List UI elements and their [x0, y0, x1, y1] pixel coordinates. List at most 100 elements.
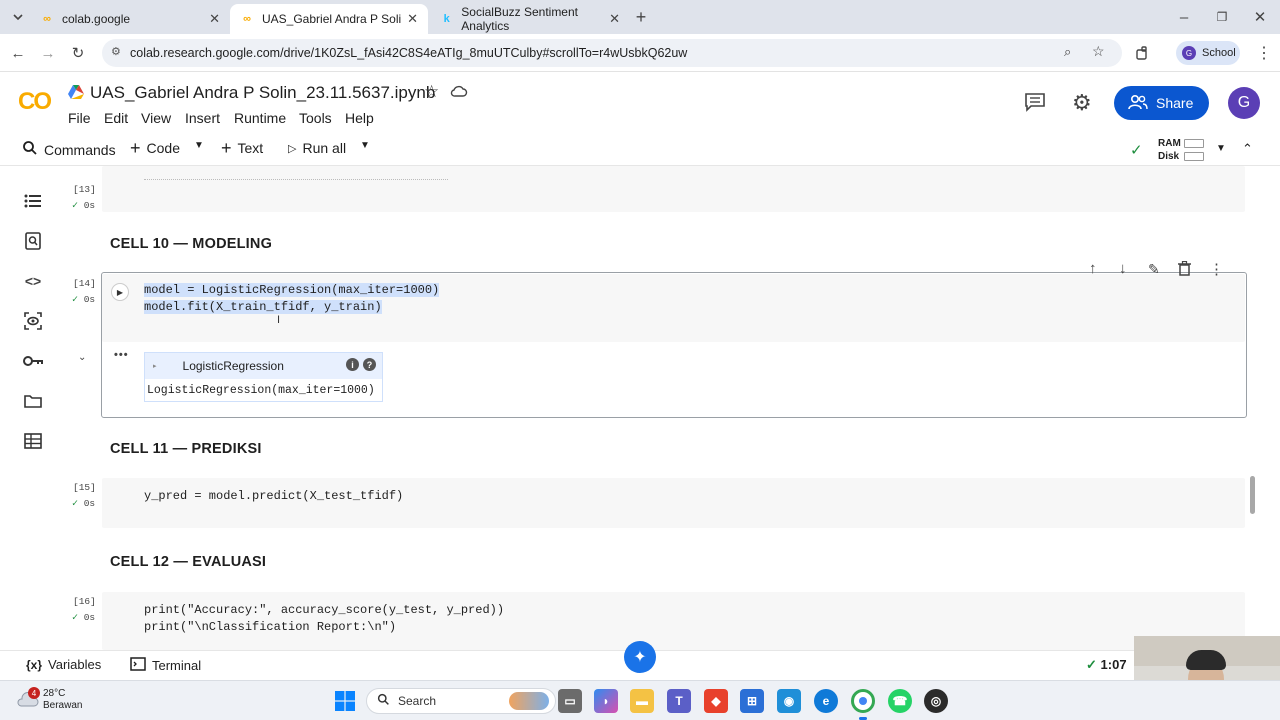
- find-replace-icon[interactable]: [22, 230, 44, 252]
- menu-view[interactable]: View: [141, 110, 171, 126]
- chrome-profile-icon[interactable]: ◎: [924, 689, 948, 713]
- add-code-button[interactable]: + Code: [130, 139, 180, 157]
- back-icon[interactable]: ←: [6, 41, 30, 65]
- colab-logo[interactable]: CO: [14, 84, 54, 120]
- menu-help[interactable]: Help: [345, 110, 374, 126]
- task-view-icon[interactable]: ▭: [558, 689, 582, 713]
- forward-icon[interactable]: →: [36, 41, 60, 65]
- runtime-dropdown-icon[interactable]: ▼: [1216, 143, 1226, 154]
- close-tab-icon[interactable]: ✕: [407, 11, 418, 27]
- site-info-icon[interactable]: ⚙: [111, 45, 121, 58]
- code-cell-16[interactable]: print("Accuracy:", accuracy_score(y_test…: [102, 592, 1245, 650]
- move-cell-up-icon[interactable]: ↑: [1089, 260, 1097, 277]
- file-explorer-icon[interactable]: ▬: [630, 689, 654, 713]
- terminal-button[interactable]: Terminal: [130, 657, 201, 674]
- variables-button[interactable]: {x} Variables: [26, 657, 101, 672]
- collapse-header-icon[interactable]: ⌃: [1242, 141, 1253, 157]
- star-icon[interactable]: ☆: [424, 82, 439, 102]
- url-field[interactable]: ⚙ colab.research.google.com/drive/1K0ZsL…: [102, 39, 1122, 67]
- code-cell-15[interactable]: y_pred = model.predict(X_test_tfidf): [102, 478, 1245, 528]
- code-line-2[interactable]: model.fit(X_train_tfidf, y_train): [144, 300, 382, 314]
- section-heading[interactable]: CELL 11 — PREDIKSI: [110, 441, 262, 457]
- account-avatar[interactable]: G: [1228, 87, 1260, 119]
- output-actions-icon[interactable]: •••: [114, 349, 129, 361]
- execution-time-status[interactable]: ✓ 1:07: [1086, 657, 1127, 673]
- braces-icon: {x}: [26, 657, 43, 672]
- microsoft-store-icon[interactable]: ⊞: [740, 689, 764, 713]
- reload-icon[interactable]: ↻: [66, 41, 90, 65]
- section-heading[interactable]: CELL 10 — MODELING: [110, 236, 272, 252]
- run-all-button[interactable]: ▷ Run all: [288, 140, 346, 156]
- close-tab-icon[interactable]: ✕: [209, 11, 220, 27]
- menu-file[interactable]: File: [68, 110, 91, 126]
- commands-button[interactable]: Commands: [22, 140, 116, 159]
- table-of-contents-icon[interactable]: [22, 190, 44, 212]
- run-cell-button[interactable]: ▶: [111, 283, 129, 301]
- cloud-status-icon[interactable]: [450, 84, 468, 103]
- edge-icon[interactable]: e: [814, 689, 838, 713]
- notebook-scrollbar-thumb[interactable]: [1250, 476, 1255, 514]
- edit-cell-icon[interactable]: ✎: [1148, 261, 1160, 278]
- browser-tab-colab-google[interactable]: ∞ colab.google ✕: [30, 4, 230, 34]
- gemini-sparkle-icon[interactable]: ✦: [624, 641, 656, 673]
- comments-icon[interactable]: [1024, 92, 1046, 117]
- menu-insert[interactable]: Insert: [185, 110, 220, 126]
- move-cell-down-icon[interactable]: ↓: [1119, 260, 1127, 277]
- webcam-person-hair: [1186, 650, 1226, 670]
- start-windows-icon[interactable]: [333, 689, 357, 713]
- menu-tools[interactable]: Tools: [299, 110, 332, 126]
- help-icon[interactable]: ?: [363, 358, 376, 371]
- share-button[interactable]: Share: [1114, 86, 1209, 120]
- code-cell-13[interactable]: [102, 166, 1245, 212]
- code-snippets-icon[interactable]: <>: [22, 270, 44, 292]
- add-code-dropdown-icon[interactable]: ▼: [194, 140, 204, 151]
- menu-edit[interactable]: Edit: [104, 110, 128, 126]
- close-window-icon[interactable]: ✕: [1248, 5, 1272, 29]
- info-icon[interactable]: i: [346, 358, 359, 371]
- weather-widget-icon[interactable]: 4: [16, 687, 40, 712]
- variables-inspector-icon[interactable]: [22, 310, 44, 332]
- section-heading[interactable]: CELL 12 — EVALUASI: [110, 554, 266, 570]
- estimator-header[interactable]: ▸ LogisticRegression i ?: [145, 353, 382, 379]
- code-line-1[interactable]: print("Accuracy:", accuracy_score(y_test…: [144, 603, 504, 617]
- notebook-area: [13] ✓ 0s CELL 10 — MODELING [14] ✓ 0s ▶…: [64, 166, 1264, 650]
- profile-chip[interactable]: G School: [1176, 41, 1240, 65]
- add-text-button[interactable]: + Text: [221, 139, 263, 157]
- more-options-icon[interactable]: ⋮: [1209, 260, 1224, 278]
- code-line-1[interactable]: model = LogisticRegression(max_iter=1000…: [144, 283, 440, 297]
- restore-icon[interactable]: ❐: [1210, 5, 1234, 29]
- menu-runtime[interactable]: Runtime: [234, 110, 286, 126]
- code-line-2[interactable]: print("\nClassification Report:\n"): [144, 620, 396, 634]
- taskbar-search-box[interactable]: Search: [366, 688, 556, 714]
- browser-menu-icon[interactable]: ⋮: [1252, 41, 1276, 65]
- app-notification-icon[interactable]: ◉: [777, 689, 801, 713]
- collapse-output-icon[interactable]: ⌄: [78, 352, 86, 363]
- copilot-icon[interactable]: ◗: [594, 689, 618, 713]
- files-folder-icon[interactable]: [22, 390, 44, 412]
- weather-widget[interactable]: 28°C Berawan: [43, 688, 82, 712]
- notebook-title[interactable]: UAS_Gabriel Andra P Solin_23.11.5637.ipy…: [90, 83, 435, 103]
- whatsapp-icon[interactable]: ☎: [888, 689, 912, 713]
- resource-monitor[interactable]: RAM Disk: [1158, 137, 1181, 163]
- tab-list-icon[interactable]: [6, 5, 30, 29]
- bookmark-star-icon[interactable]: ☆: [1092, 43, 1105, 60]
- minimize-icon[interactable]: –: [1172, 5, 1196, 29]
- people-icon: [1128, 94, 1148, 113]
- browser-tab-notebook[interactable]: ∞ UAS_Gabriel Andra P Solin_23.1 ✕: [230, 4, 428, 34]
- anydesk-icon[interactable]: ◆: [704, 689, 728, 713]
- secrets-key-icon[interactable]: [22, 350, 44, 372]
- run-all-dropdown-icon[interactable]: ▼: [360, 140, 370, 151]
- code-cell-14[interactable]: ▶ model = LogisticRegression(max_iter=10…: [102, 274, 1245, 342]
- settings-gear-icon[interactable]: ⚙: [1072, 90, 1092, 116]
- browser-tab-socialbuzz[interactable]: k SocialBuzz Sentiment Analytics ✕: [430, 4, 630, 34]
- new-tab-icon[interactable]: +: [629, 5, 653, 29]
- close-tab-icon[interactable]: ✕: [609, 11, 620, 27]
- run-all-label: Run all: [302, 140, 347, 156]
- extensions-icon[interactable]: [1131, 41, 1155, 65]
- zoom-icon[interactable]: ⌕: [1064, 44, 1071, 60]
- chrome-icon[interactable]: [851, 689, 875, 713]
- code-line-1[interactable]: y_pred = model.predict(X_test_tfidf): [144, 489, 403, 503]
- teams-icon[interactable]: T: [667, 689, 691, 713]
- delete-cell-icon[interactable]: [1178, 260, 1191, 281]
- data-table-icon[interactable]: [22, 430, 44, 452]
